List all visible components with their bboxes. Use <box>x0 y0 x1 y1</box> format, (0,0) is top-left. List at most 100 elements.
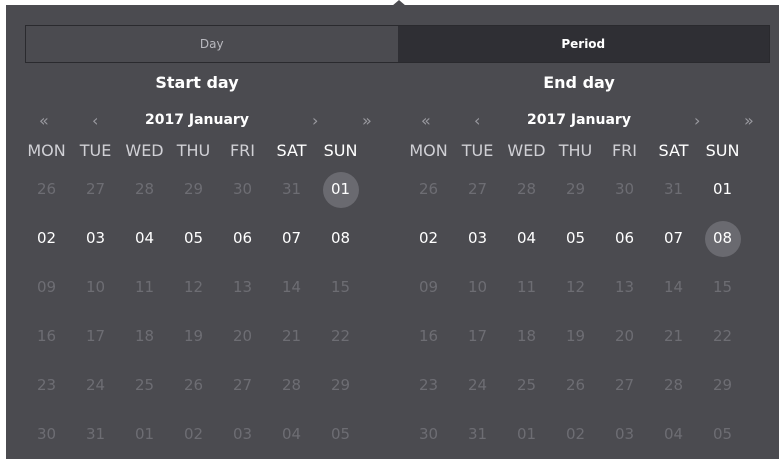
date-cell[interactable]: 24 <box>453 361 502 410</box>
date-cell[interactable]: 11 <box>120 263 169 312</box>
date-cell[interactable]: 22 <box>698 312 747 361</box>
date-cell[interactable]: 16 <box>22 312 71 361</box>
date-cell[interactable]: 18 <box>120 312 169 361</box>
date-cell[interactable]: 11 <box>502 263 551 312</box>
date-cell[interactable]: 28 <box>120 165 169 214</box>
end-next-year-icon[interactable]: » <box>744 111 754 130</box>
date-cell[interactable]: 30 <box>22 410 71 459</box>
date-cell[interactable]: 06 <box>218 214 267 263</box>
weekday-mon: MON <box>409 141 448 160</box>
end-next-month-icon[interactable]: › <box>694 111 700 130</box>
tab-day[interactable]: Day <box>26 26 398 62</box>
date-cell[interactable]: 23 <box>22 361 71 410</box>
date-cell[interactable]: 10 <box>71 263 120 312</box>
start-day-title: Start day <box>155 73 239 92</box>
start-month-nav: « ‹ 2017 January › » <box>22 103 372 137</box>
date-cell[interactable]: 02 <box>404 214 453 263</box>
date-cell[interactable]: 28 <box>267 361 316 410</box>
date-cell[interactable]: 31 <box>71 410 120 459</box>
date-cell[interactable]: 03 <box>453 214 502 263</box>
date-cell[interactable]: 26 <box>551 361 600 410</box>
date-cell[interactable]: 05 <box>316 410 365 459</box>
date-cell[interactable]: 02 <box>22 214 71 263</box>
week-row: 26 27 28 29 30 31 01 <box>404 165 754 214</box>
date-cell[interactable]: 14 <box>649 263 698 312</box>
date-cell[interactable]: 19 <box>169 312 218 361</box>
date-cell[interactable]: 26 <box>22 165 71 214</box>
date-cell[interactable]: 20 <box>600 312 649 361</box>
date-cell[interactable]: 17 <box>71 312 120 361</box>
date-cell[interactable]: 08 <box>316 214 365 263</box>
start-next-year-icon[interactable]: » <box>362 111 372 130</box>
date-cell[interactable]: 19 <box>551 312 600 361</box>
date-cell[interactable]: 30 <box>404 410 453 459</box>
date-cell[interactable]: 01 <box>120 410 169 459</box>
date-cell[interactable]: 29 <box>698 361 747 410</box>
date-cell[interactable]: 31 <box>649 165 698 214</box>
date-cell[interactable]: 04 <box>267 410 316 459</box>
date-cell[interactable]: 05 <box>169 214 218 263</box>
start-month-label: 2017 January <box>145 112 249 128</box>
date-cell[interactable]: 15 <box>698 263 747 312</box>
date-cell[interactable]: 18 <box>502 312 551 361</box>
date-cell[interactable]: 09 <box>22 263 71 312</box>
selected-date-cell[interactable]: 01 <box>316 165 365 214</box>
start-next-month-icon[interactable]: › <box>312 111 318 130</box>
date-cell[interactable]: 02 <box>169 410 218 459</box>
date-cell[interactable]: 31 <box>453 410 502 459</box>
date-cell[interactable]: 03 <box>71 214 120 263</box>
week-row: 23 24 25 26 27 28 29 <box>404 361 754 410</box>
date-cell[interactable]: 13 <box>218 263 267 312</box>
date-cell[interactable]: 23 <box>404 361 453 410</box>
date-cell[interactable]: 22 <box>316 312 365 361</box>
date-cell[interactable]: 25 <box>502 361 551 410</box>
selected-date-cell[interactable]: 08 <box>698 214 747 263</box>
date-cell[interactable]: 15 <box>316 263 365 312</box>
date-cell[interactable]: 09 <box>404 263 453 312</box>
date-cell[interactable]: 01 <box>502 410 551 459</box>
date-cell[interactable]: 03 <box>600 410 649 459</box>
date-cell[interactable]: 29 <box>551 165 600 214</box>
date-cell[interactable]: 31 <box>267 165 316 214</box>
date-cell[interactable]: 04 <box>502 214 551 263</box>
date-cell[interactable]: 21 <box>267 312 316 361</box>
date-cell[interactable]: 24 <box>71 361 120 410</box>
date-cell[interactable]: 30 <box>218 165 267 214</box>
weekday-mon: MON <box>27 141 66 160</box>
date-cell[interactable]: 16 <box>404 312 453 361</box>
date-cell[interactable]: 06 <box>600 214 649 263</box>
week-row: 26 27 28 29 30 31 01 <box>22 165 372 214</box>
date-cell[interactable]: 29 <box>169 165 218 214</box>
date-cell[interactable]: 14 <box>267 263 316 312</box>
date-cell[interactable]: 07 <box>649 214 698 263</box>
date-cell[interactable]: 12 <box>551 263 600 312</box>
date-cell[interactable]: 25 <box>120 361 169 410</box>
date-cell[interactable]: 12 <box>169 263 218 312</box>
date-cell[interactable]: 27 <box>453 165 502 214</box>
weekday-tue: TUE <box>79 141 112 160</box>
date-cell[interactable]: 26 <box>404 165 453 214</box>
date-cell[interactable]: 03 <box>218 410 267 459</box>
date-cell[interactable]: 05 <box>551 214 600 263</box>
date-cell[interactable]: 21 <box>649 312 698 361</box>
date-cell[interactable]: 27 <box>71 165 120 214</box>
date-cell[interactable]: 20 <box>218 312 267 361</box>
date-cell[interactable]: 05 <box>698 410 747 459</box>
date-cell[interactable]: 28 <box>502 165 551 214</box>
date-cell[interactable]: 26 <box>169 361 218 410</box>
date-cell[interactable]: 01 <box>698 165 747 214</box>
date-cell[interactable]: 27 <box>218 361 267 410</box>
start-date-grid: 26 27 28 29 30 31 01 02 03 04 05 06 07 0… <box>22 165 372 459</box>
date-cell[interactable]: 29 <box>316 361 365 410</box>
date-cell[interactable]: 02 <box>551 410 600 459</box>
date-cell[interactable]: 17 <box>453 312 502 361</box>
date-cell[interactable]: 30 <box>600 165 649 214</box>
tab-period[interactable]: Period <box>397 26 769 62</box>
date-cell[interactable]: 04 <box>649 410 698 459</box>
date-cell[interactable]: 27 <box>600 361 649 410</box>
date-cell[interactable]: 07 <box>267 214 316 263</box>
date-cell[interactable]: 13 <box>600 263 649 312</box>
date-cell[interactable]: 28 <box>649 361 698 410</box>
date-cell[interactable]: 10 <box>453 263 502 312</box>
date-cell[interactable]: 04 <box>120 214 169 263</box>
